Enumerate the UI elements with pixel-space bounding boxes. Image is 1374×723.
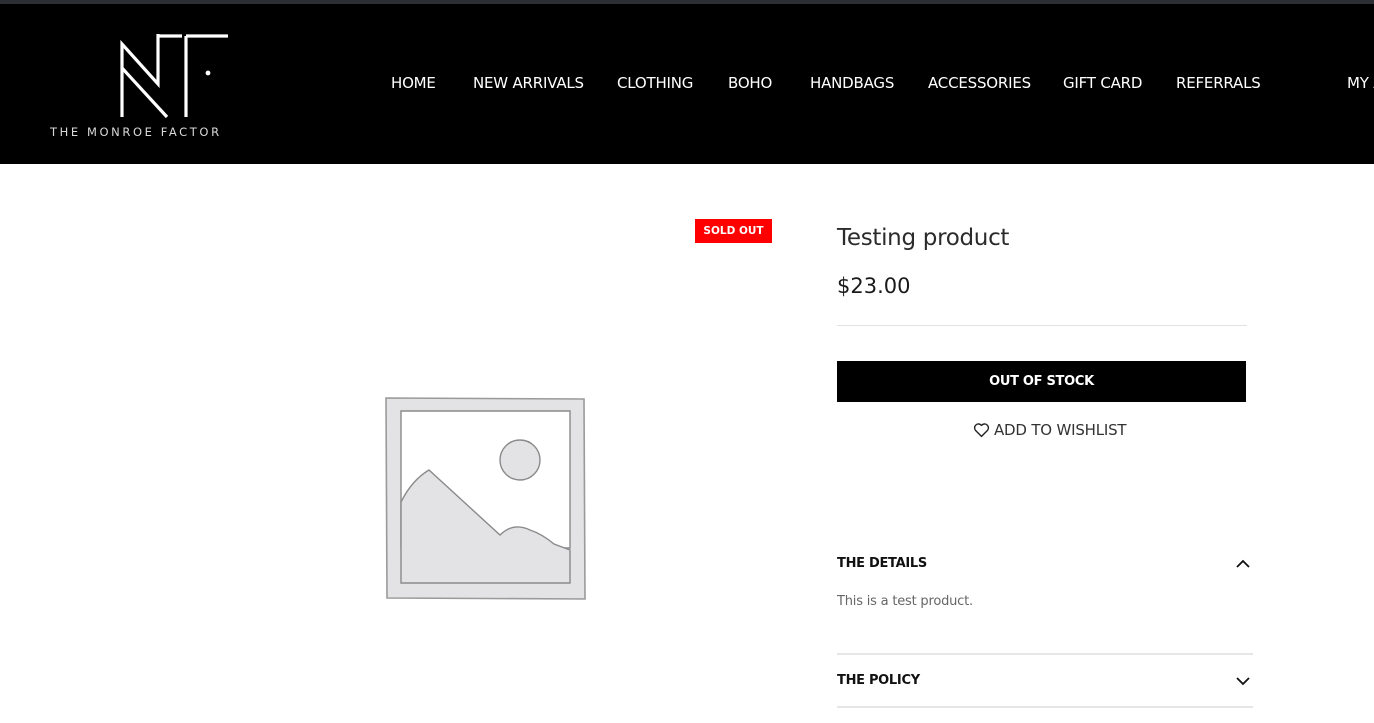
- divider: [837, 325, 1247, 326]
- divider: [837, 706, 1253, 708]
- nav-item-gift-card[interactable]: GIFT CARD: [1063, 74, 1142, 92]
- image-placeholder-icon[interactable]: [382, 394, 590, 608]
- nav-item-home[interactable]: HOME: [391, 74, 436, 92]
- sold-out-badge: SOLD OUT: [695, 219, 772, 243]
- nav-item-new-arrivals[interactable]: NEW ARRIVALS: [473, 74, 584, 92]
- nav-item-referrals[interactable]: REFERRALS: [1176, 74, 1261, 92]
- logo-wordmark: THE MONROE FACTOR: [50, 125, 222, 139]
- nav-item-clothing[interactable]: CLOTHING: [617, 74, 693, 92]
- nav-item-my-account[interactable]: MY A: [1347, 74, 1374, 92]
- accordion-policy-title[interactable]: THE POLICY: [837, 673, 920, 688]
- divider: [837, 653, 1253, 655]
- monogram-logo-icon: [120, 34, 228, 119]
- heart-icon: [973, 423, 990, 438]
- wishlist-label: ADD TO WISHLIST: [994, 421, 1127, 439]
- chevron-down-icon[interactable]: [1235, 673, 1251, 689]
- nav-item-handbags[interactable]: HANDBAGS: [810, 74, 894, 92]
- details-description: This is a test product.: [837, 594, 973, 609]
- product-title: Testing product: [837, 225, 1010, 251]
- site-logo[interactable]: THE MONROE FACTOR: [50, 28, 302, 144]
- site-header: THE MONROE FACTOR HOME NEW ARRIVALS CLOT…: [0, 4, 1374, 164]
- nav-item-boho[interactable]: BOHO: [728, 74, 772, 92]
- out-of-stock-button[interactable]: OUT OF STOCK: [837, 361, 1246, 402]
- chevron-up-icon[interactable]: [1235, 556, 1251, 572]
- add-to-wishlist-link[interactable]: ADD TO WISHLIST: [973, 420, 1127, 440]
- product-price: $23.00: [837, 274, 911, 298]
- accordion-details-title[interactable]: THE DETAILS: [837, 556, 927, 571]
- nav-item-accessories[interactable]: ACCESSORIES: [928, 74, 1031, 92]
